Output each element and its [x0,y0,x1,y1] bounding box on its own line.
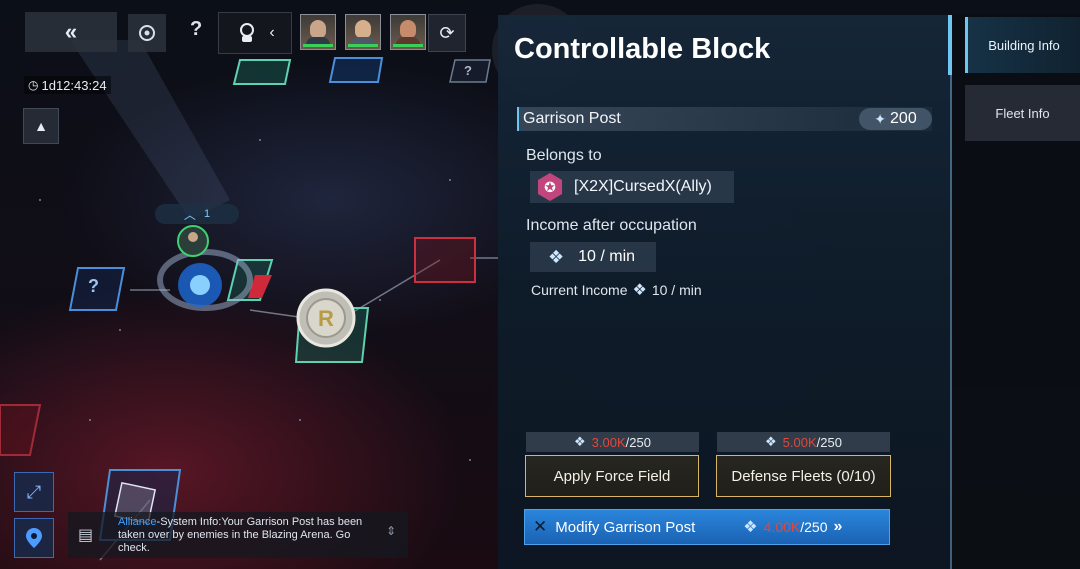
event-timer: ◷ 1d12:43:24 [24,76,111,94]
tab-fleet-info[interactable]: Fleet Info [965,85,1080,141]
force-field-cost: ❖ 3.00K /250 [526,432,699,452]
wrench-icon: ✕ [533,517,548,536]
chat-channel: Alliance [118,516,157,528]
owner-name: [X2X]CursedX(Ally) [574,178,712,195]
location-button[interactable] [14,518,54,558]
stopwatch-icon: ◷ [28,78,39,92]
apply-force-field-button[interactable]: Apply Force Field [525,455,699,497]
currency-crystal-icon: ✦ [874,110,887,127]
commander-portrait-1[interactable] [300,14,336,50]
svg-text:R: R [318,306,334,331]
belongs-label: Belongs to [526,147,602,164]
building-row: Garrison Post ✦ 200 [517,107,932,131]
apply-force-field-label: Apply Force Field [553,467,671,485]
current-income-value: 10 / min [651,282,702,298]
squad-selector[interactable]: ‹ [218,12,292,54]
defense-cost: ❖ 5.00K /250 [717,432,890,452]
modify-garrison-label: Modify Garrison Post [555,518,696,536]
double-chevron-right-icon: » [833,518,843,535]
event-timer-text: 1d12:43:24 [41,77,107,93]
locate-button[interactable] [128,14,166,52]
alliance-emblem-icon: ✪ [537,173,563,201]
force-field-cost-need: /250 [625,434,651,450]
tab-fleet-info-label: Fleet Info [995,105,1050,121]
refresh-button[interactable]: ⟳ [428,14,466,52]
resource-emblem-icon: ❖ [548,246,565,267]
owner-chip[interactable]: ✪ [X2X]CursedX(Ally) [530,171,734,203]
income-label: Income after occupation [526,217,697,234]
force-field-cost-have: 3.00K [591,434,626,450]
fleet-up-button[interactable]: ▲ [23,108,59,144]
ship-up-icon: ▲ [34,118,48,134]
chevron-left-icon: ‹ [269,24,275,41]
resource-emblem-icon: ❖ [574,434,586,449]
target-icon [139,25,155,41]
defense-cost-need: /250 [816,434,842,450]
modify-garrison-button[interactable]: ✕ Modify Garrison Post ❖ 4.00K /250 » [524,509,890,545]
current-income-label: Current Income [531,282,628,298]
commander-portrait-2[interactable] [345,14,381,50]
modify-cost-have: 4.00K [763,519,801,535]
resource-emblem-icon: ❖ [743,519,758,536]
refresh-icon: ⟳ [439,22,455,43]
resource-emblem-icon-small: ❖ [632,282,647,299]
double-chevron-left-icon: « [64,19,78,44]
tab-building-info-label: Building Info [988,37,1060,53]
unknown-tile-marker-small[interactable]: ? [464,63,472,78]
modify-cost-need: /250 [800,519,828,535]
chevron-up-icon: ︿ [183,207,196,222]
defense-fleets-label: Defense Fleets (0/10) [731,467,876,485]
commander-portrait-3[interactable] [390,14,426,50]
help-button[interactable]: ? [190,18,202,41]
chat-bar[interactable]: ▤ Alliance-System Info:Your Garrison Pos… [68,512,408,558]
resource-emblem-icon: ❖ [765,434,777,449]
astronaut-icon [240,23,255,42]
back-button[interactable]: « [25,12,117,52]
map-pin-icon [26,528,42,548]
defense-cost-have: 5.00K [782,434,817,450]
current-income-row: Current Income ❖ 10 / min [531,280,702,300]
node-level-value: 1 [203,208,211,220]
node-level-badge: ︿ 1 [155,204,239,224]
chat-scroll-icon[interactable]: ⇕ [386,524,396,538]
expand-icon: ⤢ [26,481,42,502]
chat-message: Alliance-System Info:Your Garrison Post … [118,516,378,555]
building-value-chip: ✦ 200 [859,108,932,130]
building-name: Garrison Post [523,110,621,127]
defense-fleets-button[interactable]: Defense Fleets (0/10) [716,455,891,497]
income-value: 10 / min [578,248,636,265]
fullscreen-button[interactable]: ⤢ [14,472,54,512]
income-chip: ❖ 10 / min [530,242,656,272]
chat-icon[interactable]: ▤ [78,525,93,545]
building-value: 200 [890,110,917,127]
panel-title: Controllable Block [514,33,771,65]
unknown-tile-marker[interactable]: ? [88,276,99,297]
tab-building-info[interactable]: Building Info [965,17,1080,73]
